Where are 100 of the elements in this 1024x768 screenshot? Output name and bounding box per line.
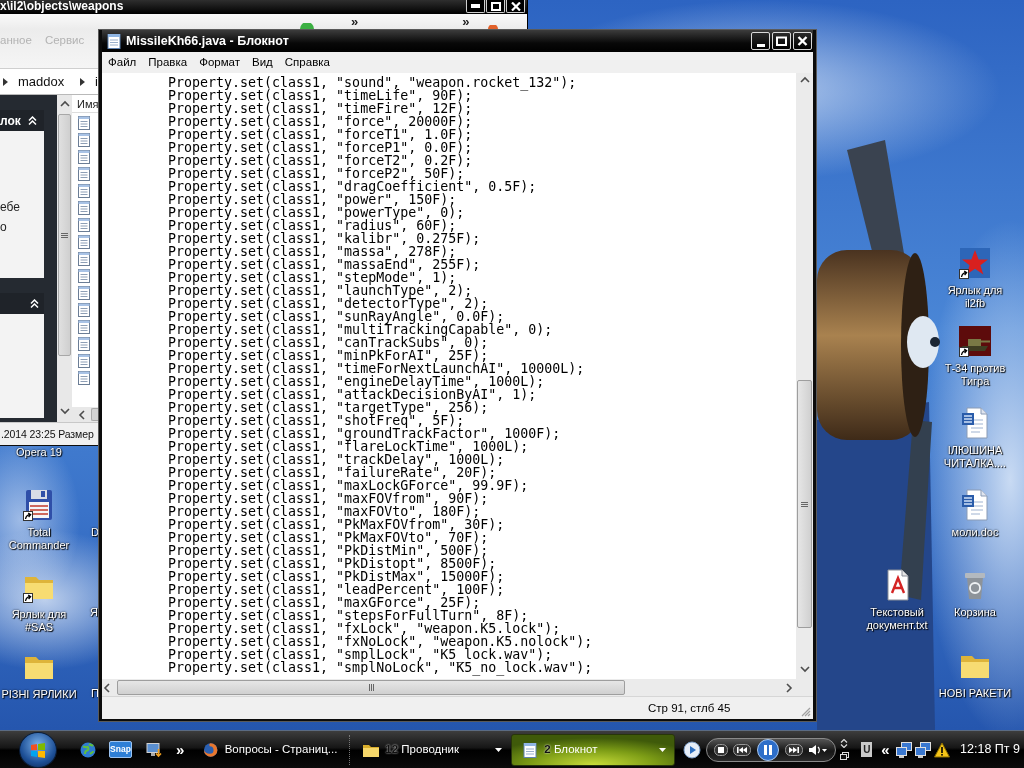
file-icon[interactable] [78, 166, 90, 181]
document-icon[interactable] [959, 489, 991, 521]
file-icon[interactable] [78, 285, 90, 300]
grip-icon [61, 232, 68, 238]
file-icon[interactable] [78, 149, 90, 164]
double-chevron-icon[interactable] [30, 299, 39, 308]
desktop-icon-label[interactable]: РІЗНІ ЯРЛИКИ [1, 688, 77, 701]
file-icon[interactable] [78, 251, 90, 266]
clock[interactable]: 12:18 Пт 9 [960, 742, 1020, 757]
file-icon[interactable] [78, 217, 90, 232]
document-icon[interactable] [959, 407, 991, 439]
code-line: Property.set(class1, "power", 150F); [168, 193, 457, 206]
monitor-icon[interactable] [146, 741, 162, 758]
menu-item[interactable]: Файл [102, 55, 143, 70]
code-line: Property.set(class1, "groundTrackFactor", 1000F); [168, 427, 562, 440]
file-icon[interactable] [78, 234, 90, 249]
code-line: Property.set(class1, "forceT1", 1.0F); [168, 128, 474, 141]
scrollbar-thumb[interactable] [91, 408, 98, 421]
code-line: Property.set(class1, "stepsForFullTurn", 8F); [168, 609, 529, 622]
double-chevron-icon[interactable] [27, 116, 37, 125]
round-icon[interactable] [488, 25, 499, 29]
file-icon[interactable] [78, 183, 90, 198]
stop-icon[interactable] [714, 743, 729, 756]
code-line: Property.set(class1, "sound", "weapon.rocket_132"); [168, 76, 578, 89]
menu-item[interactable]: Правка [142, 55, 194, 70]
code-line: Property.set(class1, "maxGForce", 25F); [168, 596, 481, 609]
code-line: Property.set(class1, "minPkForAI", 25F); [168, 349, 489, 362]
file-icon[interactable] [78, 268, 90, 283]
minimize-button[interactable] [466, 0, 485, 13]
code-line: Property.set(class1, "stepMode", 1); [168, 271, 457, 284]
pane-text: ебе [0, 199, 21, 216]
menu-item[interactable]: Вид [246, 55, 279, 70]
show-hidden-icons-button[interactable]: « [881, 741, 890, 758]
maximize-button[interactable] [486, 0, 505, 13]
scrollbar-thumb[interactable] [797, 380, 812, 628]
close-button[interactable] [793, 32, 812, 50]
volume-icon[interactable] [808, 743, 829, 756]
warning-icon[interactable] [933, 741, 950, 758]
file-icon[interactable] [78, 115, 90, 130]
scrollbar-thumb[interactable] [58, 114, 71, 356]
pane-header[interactable]: лок [0, 110, 44, 131]
play-circle-icon[interactable] [683, 740, 702, 759]
previous-icon[interactable] [733, 743, 752, 756]
horizontal-scrollbar[interactable] [72, 407, 98, 422]
code-line: Property.set(class1, "radius", 60F); [168, 219, 457, 232]
minimize-button[interactable] [751, 32, 770, 50]
resize-grip-icon[interactable] [801, 707, 811, 717]
horizontal-scrollbar[interactable] [102, 679, 796, 696]
pane-title: лок [0, 113, 21, 128]
code-line: Property.set(class1, "PkMaxFOVfrom", 30F); [168, 518, 506, 531]
breadcrumb-item[interactable]: maddox [17, 74, 65, 89]
grip-icon [801, 501, 808, 507]
close-button[interactable] [506, 0, 525, 13]
desktop-icon-label[interactable]: П [91, 687, 99, 700]
restore-window-icon[interactable] [840, 752, 850, 760]
file-icon[interactable] [78, 319, 90, 334]
tray-tag[interactable]: U [861, 742, 873, 757]
quick-launch-button[interactable]: Snap [109, 741, 132, 758]
file-icon[interactable] [78, 132, 90, 147]
address-bar[interactable]: maddox i [0, 68, 98, 95]
maximize-button[interactable] [772, 32, 791, 50]
up-down-arrows-icon[interactable] [840, 739, 849, 748]
code-line: Property.set(class1, "sunRayAngle", 0.0F); [168, 310, 505, 323]
breadcrumb-arrow-icon[interactable] [3, 77, 8, 86]
taskbar-button[interactable]: Вопросы - Страниц... [193, 733, 346, 766]
desktop-icon-label[interactable]: Текстовый документ.txt [859, 606, 935, 632]
vertical-scrollbar[interactable] [796, 73, 813, 679]
file-icon[interactable] [78, 353, 90, 368]
file-icon[interactable] [78, 302, 90, 317]
toolbar-chevron[interactable]: » [351, 15, 359, 28]
network-icon[interactable] [914, 741, 931, 758]
desktop-icon-label[interactable]: Opera 19 [16, 446, 62, 459]
code-line: Property.set(class1, "maxLockGForce", 99.9F); [168, 479, 530, 492]
vertical-scrollbar[interactable] [57, 95, 72, 422]
file-icon[interactable] [78, 200, 90, 215]
code-line: Property.set(class1, "leadPercent", 100F); [168, 583, 506, 596]
taskbar-button[interactable]: 12 Проводник [353, 733, 511, 766]
start-button[interactable] [19, 731, 57, 768]
file-icon[interactable] [78, 370, 90, 385]
pause-icon[interactable] [756, 738, 781, 761]
toolbar-chevron[interactable]: » [462, 15, 470, 28]
desktop-icon-label[interactable]: D [91, 526, 99, 539]
breadcrumb-arrow-icon[interactable] [80, 77, 86, 86]
code-line: Property.set(class1, "canTrackSubs", 0); [168, 336, 489, 349]
menu-item[interactable]: Формат [193, 55, 246, 70]
minimize-icon [471, 4, 480, 8]
more-button[interactable]: » [176, 741, 185, 758]
tank-icon[interactable] [959, 325, 991, 357]
taskbar-button[interactable]: 2 Блокнот [511, 733, 676, 766]
code-line: Property.set(class1, "forceP2", 50F); [168, 167, 465, 180]
code-line: Property.set(class1, "trackDelay", 1000L); [168, 453, 505, 466]
pane-header[interactable] [0, 293, 44, 314]
breadcrumb-item[interactable]: i [95, 74, 98, 89]
menu-item[interactable]: Справка [278, 55, 336, 70]
file-icon[interactable] [78, 336, 90, 351]
next-icon[interactable] [785, 743, 804, 756]
desktop-icon-label[interactable]: НОВІ РАКЕТИ [938, 687, 1012, 700]
globe-icon[interactable] [80, 741, 96, 758]
scrollbar-thumb[interactable] [117, 680, 625, 695]
network-icon[interactable] [895, 741, 912, 758]
